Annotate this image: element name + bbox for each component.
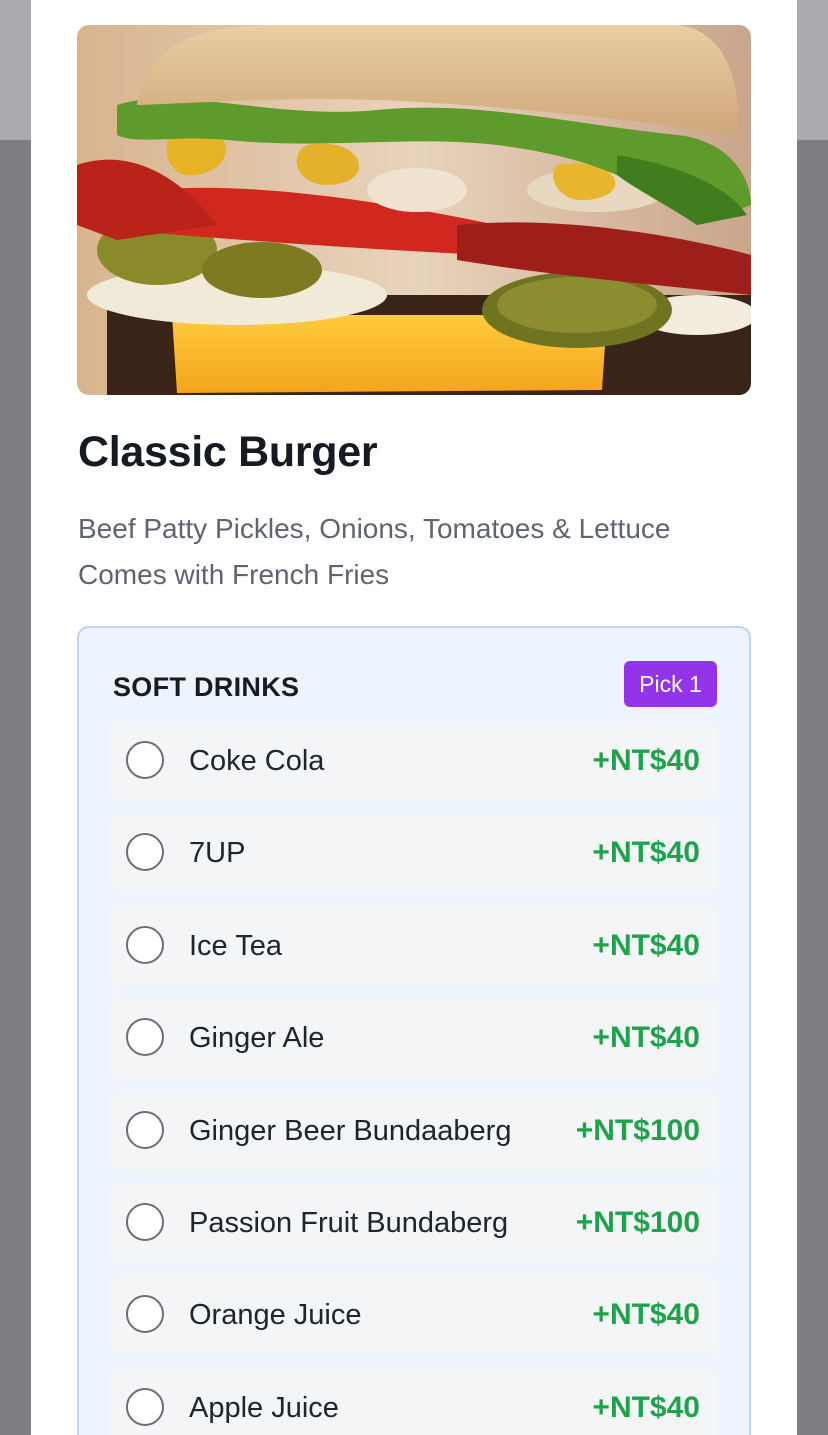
option-label: Passion Fruit Bundaberg	[189, 1207, 509, 1239]
option-price: +NT$40	[592, 1021, 700, 1054]
radio-button[interactable]	[126, 1388, 164, 1426]
option-label: Ginger Ale	[189, 1022, 325, 1054]
radio-button[interactable]	[126, 926, 164, 964]
product-image	[77, 25, 751, 395]
option-label: 7UP	[189, 837, 246, 869]
option-price: +NT$40	[592, 744, 700, 777]
option-price: +NT$40	[592, 1391, 700, 1424]
option-passion-fruit-bundaberg[interactable]: Passion Fruit Bundaberg +NT$100	[111, 1184, 717, 1262]
option-group-title: SOFT DRINKS	[113, 672, 300, 702]
product-description-line-2: Comes with French Fries	[78, 559, 390, 590]
option-ice-tea[interactable]: Ice Tea +NT$40	[111, 907, 717, 985]
product-description-line-1: Beef Patty Pickles, Onions, Tomatoes & L…	[78, 513, 671, 544]
option-price: +NT$40	[592, 929, 700, 962]
option-price: +NT$40	[592, 836, 700, 869]
option-apple-juice[interactable]: Apple Juice +NT$40	[111, 1369, 717, 1435]
soft-drinks-option-group: SOFT DRINKS Pick 1 Coke Cola +NT$40 7UP …	[77, 626, 751, 1435]
option-orange-juice[interactable]: Orange Juice +NT$40	[111, 1276, 717, 1354]
pick-count-badge: Pick 1	[624, 661, 717, 707]
option-price: +NT$100	[575, 1114, 700, 1147]
radio-button[interactable]	[126, 833, 164, 871]
radio-button[interactable]	[126, 1295, 164, 1333]
option-label: Apple Juice	[189, 1392, 339, 1424]
product-detail-sheet: Classic Burger Beef Patty Pickles, Onion…	[31, 0, 797, 1435]
option-ginger-beer-bundaaberg[interactable]: Ginger Beer Bundaaberg +NT$100	[111, 1092, 717, 1170]
option-coke-cola[interactable]: Coke Cola +NT$40	[111, 722, 717, 800]
product-description: Beef Patty Pickles, Onions, Tomatoes & L…	[78, 506, 758, 598]
option-price: +NT$100	[575, 1206, 700, 1239]
burger-photo-icon	[77, 25, 751, 395]
radio-button[interactable]	[126, 1111, 164, 1149]
product-title: Classic Burger	[78, 428, 378, 476]
radio-button[interactable]	[126, 1203, 164, 1241]
radio-button[interactable]	[126, 1018, 164, 1056]
option-label: Ginger Beer Bundaaberg	[189, 1115, 512, 1147]
option-label: Ice Tea	[189, 930, 282, 962]
option-label: Coke Cola	[189, 745, 325, 777]
option-ginger-ale[interactable]: Ginger Ale +NT$40	[111, 999, 717, 1077]
option-price: +NT$40	[592, 1298, 700, 1331]
radio-button[interactable]	[126, 741, 164, 779]
option-label: Orange Juice	[189, 1299, 362, 1331]
option-7up[interactable]: 7UP +NT$40	[111, 814, 717, 892]
